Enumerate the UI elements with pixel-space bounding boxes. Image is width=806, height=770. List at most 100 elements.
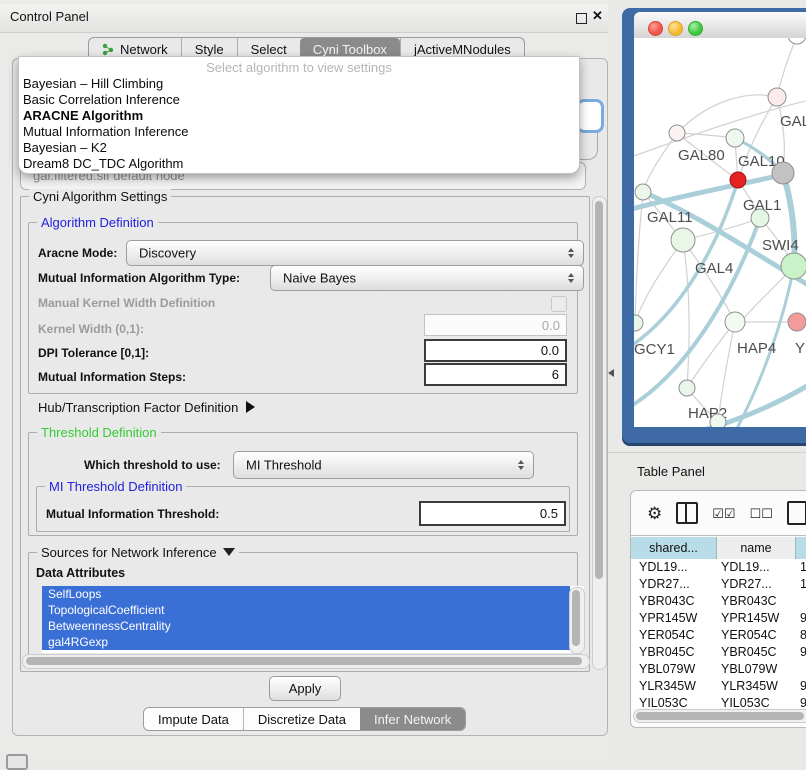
mi-threshold-field[interactable]: 0.5 [419, 501, 566, 526]
table-cell: 8. [796, 627, 806, 644]
network-node-gal80[interactable] [669, 125, 685, 141]
table-horizontal-scrollbar-thumb[interactable] [636, 712, 804, 720]
cut-widget-fragment [6, 754, 28, 770]
table-row[interactable]: YER054CYER054C8. [631, 627, 806, 644]
algorithm-option[interactable]: Bayesian – Hill Climbing [22, 76, 577, 92]
table-cell: YER054C [717, 627, 796, 644]
table-row[interactable]: YBL079WYBL079W [631, 661, 806, 678]
apply-button[interactable]: Apply [269, 676, 341, 701]
network-node-gal10[interactable] [726, 129, 744, 147]
table-cell: YBR045C [631, 644, 717, 661]
settings-vertical-scrollbar-thumb[interactable] [595, 201, 603, 579]
combo-arrows-icon [568, 248, 574, 258]
dpi-tolerance-field[interactable]: 0.0 [424, 339, 567, 362]
data-attribute-item[interactable]: TopologicalCoefficient [42, 602, 570, 618]
data-attribute-item[interactable]: BetweennessCentrality [42, 618, 570, 634]
bottom-tab-impute-data[interactable]: Impute Data [144, 708, 243, 730]
table-horizontal-scrollbar[interactable] [633, 709, 806, 723]
deselect-all-checkboxes-icon[interactable]: ☐☐ [750, 507, 773, 520]
settings-horizontal-scrollbar[interactable] [22, 654, 590, 669]
mi-algorithm-type-label: Mutual Information Algorithm Type: [38, 271, 240, 285]
table-cell: YBR045C [717, 644, 796, 661]
network-node-hap4[interactable] [725, 312, 745, 332]
minimize-traffic-light-icon[interactable] [668, 21, 683, 36]
cyni-bottom-tabstrip: Impute DataDiscretize DataInfer Network [143, 707, 466, 731]
network-node-gal[interactable] [768, 88, 786, 106]
which-threshold-combobox[interactable]: MI Threshold [233, 451, 534, 479]
manual-kernel-width-label: Manual Kernel Width Definition [38, 296, 215, 310]
network-node-gcy1[interactable] [634, 315, 643, 331]
network-node-gal1[interactable] [730, 172, 746, 188]
kernel-width-label: Kernel Width (0,1): [38, 322, 144, 336]
algorithm-option[interactable]: Basic Correlation Inference [22, 92, 577, 108]
zoom-traffic-light-icon[interactable] [688, 21, 703, 36]
inference-algorithm-combobox-fragment[interactable] [576, 99, 604, 133]
bottom-tab-infer-network[interactable]: Infer Network [360, 708, 465, 730]
network-node-hap2[interactable] [679, 380, 695, 396]
network-node-y[interactable] [788, 313, 806, 331]
algorithm-option[interactable]: Mutual Information Inference [22, 124, 577, 140]
network-node[interactable] [788, 38, 806, 44]
aracne-mode-label: Aracne Mode: [38, 246, 117, 260]
table-row[interactable]: YDL19...YDL19...13 [631, 559, 806, 576]
network-edge[interactable] [683, 240, 689, 388]
table-panel: ⚙ ☑☑ ☐☐ shared...name YDL19...YDL19...13… [630, 490, 806, 728]
data-attribute-item[interactable]: gal4RGexp [42, 634, 570, 650]
aracne-mode-combobox[interactable]: Discovery [126, 240, 584, 266]
cyni-algorithm-settings-title: Cyni Algorithm Settings [29, 189, 171, 204]
network-edge[interactable] [687, 322, 735, 388]
table-cell: 9. [796, 678, 806, 695]
kernel-width-field[interactable]: 0.0 [424, 314, 567, 336]
tab-label: Cyni Toolbox [313, 42, 387, 57]
table-row[interactable]: YIL053CYIL053C9. [631, 695, 806, 708]
network-node-gal4[interactable] [671, 228, 695, 252]
network-node[interactable] [772, 162, 794, 184]
table-row[interactable]: YBR045CYBR045C9. [631, 644, 806, 661]
network-node-swi4[interactable] [751, 209, 769, 227]
data-attributes-list[interactable]: SelfLoopsTopologicalCoefficientBetweenne… [42, 586, 584, 653]
network-edge[interactable] [635, 192, 643, 323]
algorithm-option[interactable]: Bayesian – K2 [22, 140, 577, 156]
panel-divider-arrow-icon[interactable] [608, 369, 614, 377]
mi-algorithm-type-combobox[interactable]: Naive Bayes [270, 265, 584, 291]
close-traffic-light-icon[interactable] [648, 21, 663, 36]
algorithm-option[interactable]: Dream8 DC_TDC Algorithm [22, 156, 577, 172]
table-cell: YDR27... [631, 576, 717, 593]
algorithm-option[interactable]: ARACNE Algorithm [22, 108, 577, 124]
close-icon[interactable]: ✕ [592, 8, 603, 24]
float-window-icon[interactable] [576, 13, 587, 24]
column-header-shared[interactable]: shared... [631, 537, 717, 559]
network-canvas[interactable]: GALGAL80GAL10GAL1GAL11SWI4GAL4GCY1HAP4YH… [634, 38, 806, 427]
settings-vertical-scrollbar[interactable] [592, 196, 607, 670]
table-row[interactable]: YBR043CYBR043C [631, 593, 806, 610]
mi-algorithm-type-value: Naive Bayes [283, 271, 356, 286]
settings-horizontal-scrollbar-thumb[interactable] [26, 657, 582, 665]
network-node[interactable] [710, 414, 726, 427]
which-threshold-value: MI Threshold [246, 458, 322, 473]
column-header-name[interactable]: name [717, 537, 796, 559]
data-attribute-item[interactable]: SelfLoops [42, 586, 570, 602]
network-edge[interactable] [677, 95, 777, 133]
sources-title[interactable]: Sources for Network Inference [37, 545, 239, 560]
manual-kernel-width-checkbox[interactable] [551, 296, 567, 312]
hub-factor-expander[interactable]: Hub/Transcription Factor Definition [38, 400, 255, 415]
table-cell: YIL053C [717, 695, 796, 708]
attributes-list-scrollbar-thumb[interactable] [572, 590, 580, 646]
table-row[interactable]: YLR345WYLR345W9. [631, 678, 806, 695]
network-node-gal11[interactable] [635, 184, 651, 200]
document-icon[interactable] [787, 501, 806, 525]
table-cell: YDL19... [717, 559, 796, 576]
node-label: GAL [780, 113, 806, 130]
network-node[interactable] [781, 253, 806, 279]
mi-steps-field[interactable]: 6 [424, 363, 567, 386]
table-row[interactable]: YPR145WYPR145W9. [631, 610, 806, 627]
node-label: GAL4 [695, 260, 733, 277]
attributes-list-scrollbar[interactable] [569, 587, 585, 654]
column-header[interactable] [796, 537, 806, 559]
network-edge[interactable] [635, 240, 683, 323]
gear-icon[interactable]: ⚙ [647, 505, 662, 522]
select-all-checkboxes-icon[interactable]: ☑☑ [712, 507, 735, 520]
columns-icon[interactable] [676, 502, 698, 524]
table-row[interactable]: YDR27...YDR27...12 [631, 576, 806, 593]
bottom-tab-discretize-data[interactable]: Discretize Data [243, 708, 360, 730]
